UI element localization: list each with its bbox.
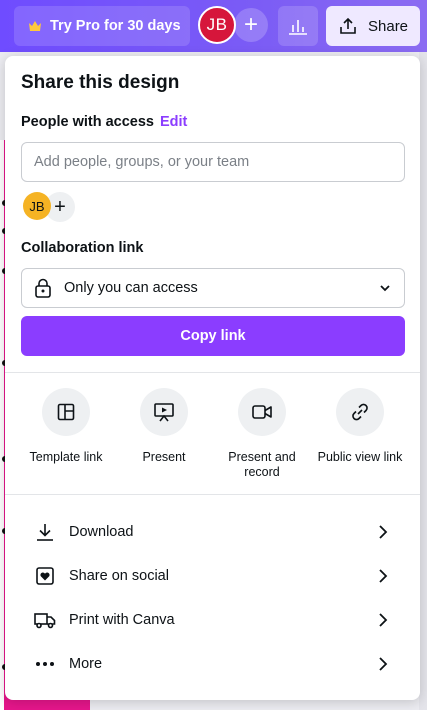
try-pro-button[interactable]: Try Pro for 30 days [14, 6, 190, 46]
present-icon [154, 403, 174, 422]
try-pro-label: Try Pro for 30 days [50, 18, 181, 34]
more-icon [33, 652, 57, 676]
social-icon [33, 564, 57, 588]
download-label: Download [69, 524, 134, 540]
chevron-right-icon [373, 610, 393, 630]
divider [5, 372, 420, 373]
add-collaborator-button[interactable]: + [234, 8, 268, 42]
lock-icon [35, 278, 51, 298]
chevron-right-icon [373, 566, 393, 586]
share-on-social-row[interactable]: Share on social [33, 558, 393, 594]
record-icon [252, 405, 272, 419]
chevron-down-icon [380, 285, 390, 292]
people-with-access-label: People with access [21, 114, 154, 130]
add-people-input[interactable] [21, 142, 405, 182]
record-option-circle [238, 388, 286, 436]
print-with-canva-label: Print with Canva [69, 612, 175, 628]
link-option-circle [336, 388, 384, 436]
divider [5, 494, 420, 495]
share-button[interactable]: Share [326, 6, 420, 46]
template-option-circle [42, 388, 90, 436]
canvas-edge [0, 140, 4, 710]
crown-icon [29, 21, 41, 31]
share-panel: Share this design People with access Edi… [5, 56, 420, 700]
plus-icon: + [54, 195, 66, 218]
panel-title: Share this design [21, 72, 180, 93]
share-on-social-label: Share on social [69, 568, 169, 584]
bar-chart-icon [289, 20, 307, 35]
access-level-select[interactable]: Only you can access [21, 268, 405, 308]
link-icon [352, 403, 368, 421]
upload-icon [340, 17, 356, 34]
present-and-record-option[interactable]: Present and record [213, 388, 311, 480]
present-option-circle [140, 388, 188, 436]
collaboration-link-label: Collaboration link [21, 240, 144, 256]
download-icon [33, 520, 57, 544]
share-label: Share [368, 17, 409, 35]
template-link-option[interactable]: Template link [17, 388, 115, 465]
canvas-scroll-area [419, 52, 427, 710]
chevron-right-icon [373, 522, 393, 542]
public-view-link-option[interactable]: Public view link [311, 388, 409, 465]
plus-icon: + [243, 11, 258, 38]
download-row[interactable]: Download [33, 514, 393, 550]
user-avatar[interactable]: JB [198, 6, 236, 44]
truck-icon [33, 608, 57, 632]
more-label: More [69, 656, 103, 672]
more-row[interactable]: More [33, 646, 393, 682]
member-avatar: JB [23, 192, 51, 220]
insights-button[interactable] [278, 6, 318, 46]
public-view-link-label: Public view link [317, 450, 403, 464]
edit-access-link[interactable]: Edit [160, 114, 187, 130]
access-level-value: Only you can access [64, 280, 198, 296]
present-label: Present [142, 450, 186, 464]
template-icon [57, 403, 75, 421]
copy-link-button[interactable]: Copy link [21, 316, 405, 356]
template-link-label: Template link [29, 450, 103, 464]
chevron-right-icon [373, 654, 393, 674]
present-and-record-label: Present and record [228, 450, 296, 479]
print-with-canva-row[interactable]: Print with Canva [33, 602, 393, 638]
present-option[interactable]: Present [115, 388, 213, 465]
